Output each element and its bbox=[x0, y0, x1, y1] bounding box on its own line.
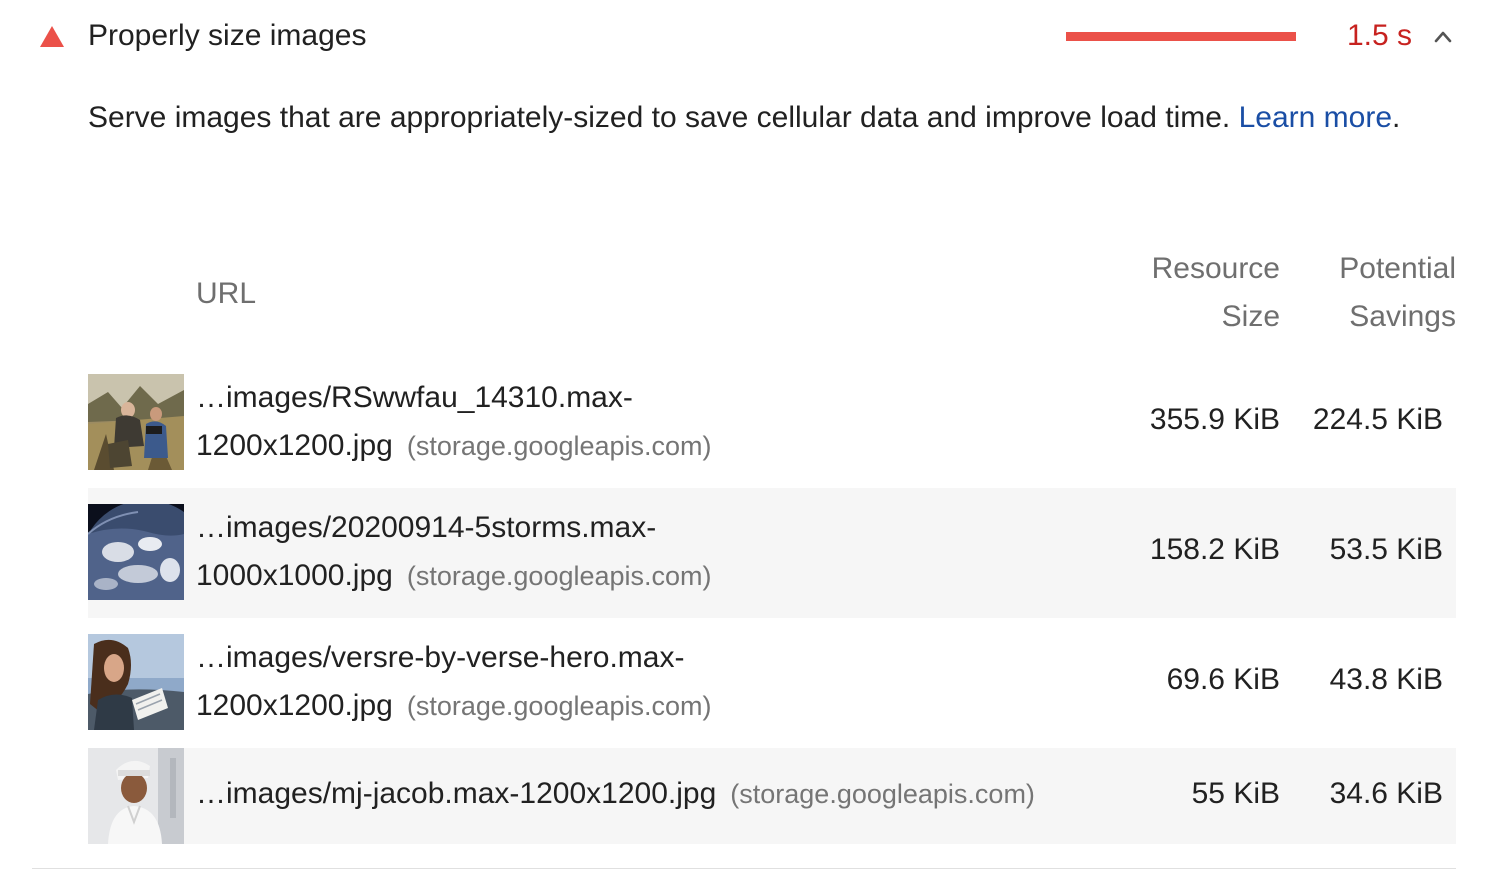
learn-more-link[interactable]: Learn more bbox=[1239, 101, 1392, 134]
url-cell[interactable]: …images/RSwwfau_14310.max- 1200x1200.jpg… bbox=[196, 374, 1096, 470]
audit-title: Properly size images bbox=[88, 19, 367, 52]
column-header-savings-line2: Savings bbox=[1349, 300, 1456, 333]
thumbnail-earth-storms bbox=[88, 504, 184, 600]
column-header-resource-size: Resource Size bbox=[1100, 245, 1280, 341]
url-origin: (storage.googleapis.com) bbox=[730, 779, 1035, 809]
url-origin: (storage.googleapis.com) bbox=[406, 431, 712, 461]
url-cell[interactable]: …images/20200914-5storms.max- 1000x1000.… bbox=[196, 504, 1096, 600]
potential-savings-value: 224.5 KiB bbox=[1312, 403, 1443, 436]
column-header-size-line2: Size bbox=[1221, 300, 1280, 333]
url-line2: 1200x1200.jpg bbox=[196, 429, 393, 462]
url-cell[interactable]: …images/versre-by-verse-hero.max- 1200x1… bbox=[196, 634, 1096, 730]
url-line1: …images/versre-by-verse-hero.max- bbox=[196, 641, 685, 674]
column-header-potential-savings: Potential Savings bbox=[1280, 245, 1456, 341]
description-text: Serve images that are appropriately-size… bbox=[88, 101, 1239, 134]
resource-size-value: 69.6 KiB bbox=[1166, 663, 1280, 696]
url-line2: 1200x1200.jpg bbox=[196, 689, 393, 722]
potential-savings-value: 53.5 KiB bbox=[1329, 533, 1443, 566]
metric-bar bbox=[1066, 32, 1296, 41]
table-row: …images/20200914-5storms.max- 1000x1000.… bbox=[88, 488, 1456, 618]
url-line1: …images/mj-jacob.max-1200x1200.jpg bbox=[196, 777, 717, 810]
url-line1: …images/20200914-5storms.max- bbox=[196, 511, 657, 544]
column-header-url: URL bbox=[196, 277, 257, 310]
metric-value: 1.5 s bbox=[1346, 19, 1412, 52]
thumbnail-field-researchers bbox=[88, 374, 184, 470]
warning-triangle-icon bbox=[40, 26, 64, 47]
description-suffix: . bbox=[1392, 101, 1401, 134]
thumbnail-woman-reading bbox=[88, 634, 184, 730]
resource-size-value: 158.2 KiB bbox=[1149, 533, 1280, 566]
column-header-savings-line1: Potential bbox=[1339, 252, 1456, 285]
resource-size-value: 355.9 KiB bbox=[1149, 403, 1280, 436]
column-header-size-line1: Resource bbox=[1151, 252, 1280, 285]
table-row: …images/versre-by-verse-hero.max- 1200x1… bbox=[88, 618, 1456, 748]
resource-size-value: 55 KiB bbox=[1191, 777, 1280, 810]
potential-savings-value: 34.6 KiB bbox=[1329, 777, 1443, 810]
table-row: …images/RSwwfau_14310.max- 1200x1200.jpg… bbox=[88, 374, 1456, 488]
audit-description: Serve images that are appropriately-size… bbox=[88, 94, 1408, 141]
bottom-divider bbox=[32, 868, 1456, 869]
url-line1: …images/RSwwfau_14310.max- bbox=[196, 381, 633, 414]
audit-header[interactable]: Properly size images 1.5 s bbox=[0, 0, 1490, 72]
thumbnail-man-portrait bbox=[88, 748, 184, 844]
potential-savings-value: 43.8 KiB bbox=[1329, 663, 1443, 696]
chevron-up-icon[interactable] bbox=[1433, 27, 1453, 47]
url-origin: (storage.googleapis.com) bbox=[406, 691, 712, 721]
url-origin: (storage.googleapis.com) bbox=[406, 561, 712, 591]
table-row: …images/mj-jacob.max-1200x1200.jpg (stora… bbox=[88, 748, 1456, 844]
url-line2: 1000x1000.jpg bbox=[196, 559, 393, 592]
url-cell[interactable]: …images/mj-jacob.max-1200x1200.jpg (stora… bbox=[196, 770, 1096, 818]
